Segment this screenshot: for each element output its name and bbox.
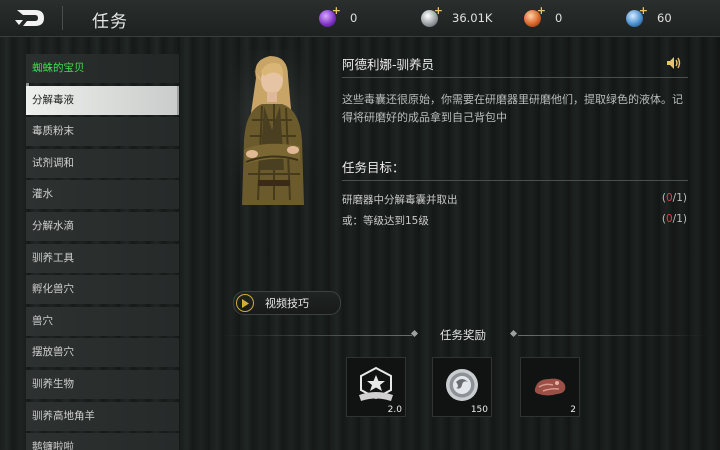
add-icon: +	[536, 3, 546, 17]
currency-silver-coin[interactable]: + 36.01K	[421, 5, 493, 28]
reward-quantity: 150	[470, 405, 488, 415]
play-icon	[236, 294, 254, 312]
npc-name: 阿德利娜-驯养员	[342, 57, 435, 72]
add-icon: +	[331, 3, 341, 17]
quest-item[interactable]: 毒质粉末	[26, 117, 179, 147]
quest-item[interactable]: 驯养工具	[26, 243, 179, 273]
reward-line-right	[518, 335, 708, 336]
quest-item[interactable]: 试剂调和	[26, 148, 179, 178]
objective-text: 或：等级达到15级	[342, 215, 429, 227]
diamond-ornament	[509, 329, 518, 338]
orange-coin-icon: +	[524, 5, 546, 27]
speaker-icon[interactable]	[666, 56, 682, 70]
purple-gem-icon: +	[319, 5, 341, 27]
back-arrow-icon	[15, 10, 44, 26]
reward-quantity: 2	[570, 405, 576, 415]
objective-title: 任务目标：	[342, 160, 405, 175]
currency-value: 0	[555, 11, 563, 25]
silver-coin-icon: +	[421, 5, 443, 27]
quest-item[interactable]: 兽穴	[26, 306, 179, 336]
quest-item[interactable]: 鹅镰啦啦	[26, 433, 179, 450]
currency-purple-gem[interactable]: + 0	[319, 5, 358, 28]
add-icon: +	[638, 3, 648, 17]
badge-star-icon	[359, 366, 393, 401]
quest-list[interactable]: 蜘蛛的宝贝 分解毒液 毒质粉末 试剂调和 灌水 分解水滴 驯养工具 孵化兽穴 兽…	[26, 54, 179, 450]
quest-item[interactable]: 摆放兽穴	[26, 338, 179, 368]
page-title: 任务	[92, 12, 128, 32]
quest-item[interactable]: 驯养生物	[26, 369, 179, 399]
npc-portrait	[222, 50, 322, 205]
currency-value: 36.01K	[452, 11, 493, 25]
quest-item[interactable]: 蜘蛛的宝贝	[26, 54, 179, 83]
quest-item-selected[interactable]: 分解毒液	[26, 85, 179, 115]
top-divider	[62, 6, 63, 30]
top-bar: 任务 + 0 + 36.01K + 0 + 60	[0, 0, 720, 37]
reward-line-left	[222, 335, 412, 336]
quest-item[interactable]: 灌水	[26, 180, 179, 210]
reward-quantity: 2.0	[387, 405, 402, 415]
objective-progress: (0/1)	[661, 192, 687, 204]
add-icon: +	[433, 3, 443, 17]
reward-slot[interactable]: 2.0	[346, 357, 406, 417]
currency-value: 0	[350, 11, 358, 25]
quest-item[interactable]: 驯养高地角羊	[26, 401, 179, 431]
objective-divider	[342, 180, 688, 181]
objective-progress: (0/1)	[661, 213, 687, 225]
rewards-title: 任务奖励	[440, 328, 486, 342]
diamond-ornament	[410, 329, 419, 338]
blue-crystal-icon: +	[626, 5, 648, 27]
objective-text: 研磨器中分解毒囊并取出	[342, 194, 458, 206]
name-divider	[342, 77, 688, 78]
reward-slot[interactable]: 2	[520, 357, 580, 417]
reward-slot[interactable]: 150	[432, 357, 492, 417]
quest-item[interactable]: 孵化兽穴	[26, 275, 179, 305]
currency-blue-crystal[interactable]: + 60	[626, 5, 672, 28]
back-button[interactable]	[8, 6, 52, 30]
quest-item[interactable]: 分解水滴	[26, 211, 179, 241]
video-tips-label: 视频技巧	[265, 297, 309, 310]
objective-row: 研磨器中分解毒囊并取出 (0/1)	[342, 192, 687, 207]
quest-description: 这些毒囊还很原始，你需要在研磨器里研磨他们，提取绿色的液体。记得将研磨好的成品拿…	[342, 93, 683, 124]
currency-orange-coin[interactable]: + 0	[524, 5, 563, 28]
objective-row: 或：等级达到15级 (0/1)	[342, 213, 687, 228]
video-tips-button[interactable]: 视频技巧	[233, 291, 341, 315]
currency-value: 60	[657, 11, 672, 25]
meat-chunk-icon	[534, 378, 566, 396]
silver-coin-icon	[446, 369, 478, 401]
